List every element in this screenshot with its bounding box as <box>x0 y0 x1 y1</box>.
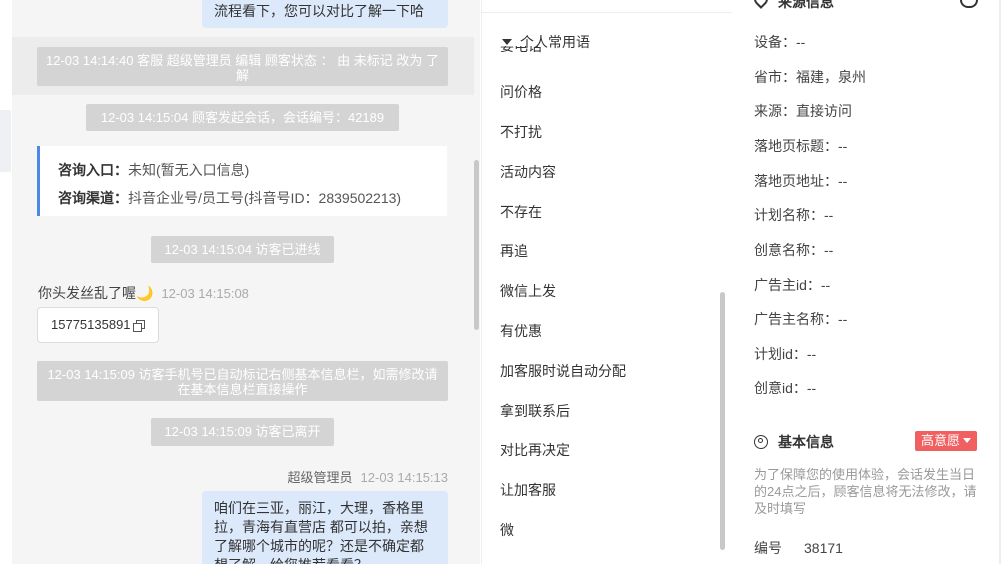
info-row-advertiser-name: 广告主名称：-- <box>754 311 848 327</box>
phrase-item[interactable]: 让加客服 <box>500 480 556 500</box>
copy-icon[interactable] <box>132 320 145 332</box>
visitor-message-time: 12-03 14:15:08 <box>161 286 249 301</box>
info-row-region: 省市：福建，泉州 <box>754 69 866 85</box>
agent-name: 超级管理员 <box>287 470 353 485</box>
phrase-group-header[interactable]: 个人常用语 <box>502 32 590 52</box>
info-row-plan-id: 计划id：-- <box>754 346 817 362</box>
system-message-text: 12-03 14:15:04 顾客发起会话，会话编号：42189 <box>100 110 385 125</box>
visitor-message-header: 你头发丝乱了喔🌙 12-03 14:15:08 <box>38 283 249 303</box>
consult-info-card: 咨询入口：未知(暂无入口信息) 咨询渠道：抖音企业号/员工号(抖音号ID：283… <box>37 146 447 216</box>
phrase-item[interactable]: 有优惠 <box>500 321 542 341</box>
phrase-item[interactable]: 微信上发 <box>500 281 556 301</box>
entry-label: 咨询入口： <box>58 162 128 178</box>
phrase-item[interactable]: 微 <box>500 520 514 540</box>
message-text: 流程看下，您可以对比了解一下哈 <box>214 3 424 19</box>
intent-badge-dropdown[interactable]: 高意愿 <box>915 431 978 451</box>
user-icon <box>754 435 768 449</box>
divider <box>482 12 732 13</box>
sidebar-tab[interactable] <box>0 110 11 172</box>
intent-badge-label: 高意愿 <box>921 433 961 448</box>
info-row-plan-name: 计划名称：-- <box>754 207 834 223</box>
info-row-landing-url: 落地页地址：-- <box>754 173 848 189</box>
id-label: 编号 <box>754 540 782 556</box>
edit-notice: 为了保障您的使用体验，会话发生当日的24点之后，顾客信息将无法修改，请及时填写 <box>754 467 977 516</box>
channel-value: 抖音企业号/员工号(抖音号ID：2839502213) <box>128 190 402 206</box>
source-info-header: 来源信息 <box>751 0 834 12</box>
phrase-item[interactable]: 不存在 <box>500 202 542 222</box>
phrase-group-label: 个人常用语 <box>520 34 590 50</box>
channel-label: 咨询渠道： <box>58 190 128 206</box>
message-text: 咱们在三亚，丽江，大理，香格里拉，青海有直营店 都可以拍，亲想了解哪个城市的呢？… <box>214 500 428 564</box>
system-message: 12-03 14:15:04 顾客发起会话，会话编号：42189 <box>86 104 399 131</box>
info-row-advertiser-id: 广告主id：-- <box>754 277 831 293</box>
caret-down-icon <box>502 39 512 45</box>
phrase-item[interactable]: 再追 <box>500 241 528 261</box>
info-row-creative-name: 创意名称：-- <box>754 242 834 258</box>
agent-message-header: 超级管理员 12-03 14:15:13 <box>288 467 448 486</box>
system-message: 12-03 14:15:09 访客手机号已自动标记右侧基本信息栏，如需修改请在基… <box>37 361 448 401</box>
agent-message-time: 12-03 14:15:13 <box>360 470 448 485</box>
info-row-landing-title: 落地页标题：-- <box>754 138 848 154</box>
info-row-source: 来源：直接访问 <box>754 103 852 119</box>
basic-info-header: 基本信息 <box>754 432 834 452</box>
system-message-text: 12-03 14:15:09 访客已离开 <box>164 424 321 439</box>
visitor-message-text: 你头发丝乱了喔🌙 <box>38 285 154 301</box>
common-phrases-pane: 要电话 个人常用语 问价格 不打扰 活动内容 不存在 再追 微信上发 有优惠 加… <box>481 0 733 564</box>
agent-message-bubble: 流程看下，您可以对比了解一下哈 <box>202 0 448 28</box>
phrase-item[interactable]: 活动内容 <box>500 162 556 182</box>
system-message: 12-03 14:15:09 访客已离开 <box>151 418 334 446</box>
chat-pane: 流程看下，您可以对比了解一下哈 12-03 14:14:40 客服 超级管理员 … <box>12 0 480 564</box>
phrase-item[interactable]: 问价格 <box>500 82 542 102</box>
phone-message: 15775135891 <box>37 307 159 343</box>
system-message-text: 12-03 14:15:09 访客手机号已自动标记右侧基本信息栏，如需修改请在基… <box>47 367 438 397</box>
info-row-creative-id: 创意id：-- <box>754 380 817 396</box>
phrase-item[interactable]: 对比再决定 <box>500 440 570 460</box>
system-message: 12-03 14:15:04 访客已进线 <box>151 236 334 263</box>
entry-value: 未知(暂无入口信息) <box>128 162 250 178</box>
system-message-text: 12-03 14:14:40 客服 超级管理员 编辑 顾客状态 ： 由 未标记 … <box>46 53 439 83</box>
customer-id-row: 编号 38171 <box>754 538 843 558</box>
customer-info-pane: 来源信息 设备：-- 省市：福建，泉州 来源：直接访问 落地页标题：-- 落地页… <box>732 0 1001 564</box>
chat-scrollbar[interactable] <box>474 160 479 330</box>
phrase-item[interactable]: 不打扰 <box>500 122 542 142</box>
basic-info-title: 基本信息 <box>778 434 834 450</box>
shield-icon[interactable] <box>960 0 978 8</box>
phrase-item[interactable]: 加客服时说自动分配 <box>500 361 626 381</box>
phrases-scrollbar[interactable] <box>720 292 725 550</box>
info-row-device: 设备：-- <box>754 34 806 50</box>
agent-message-bubble: 咱们在三亚，丽江，大理，香格里拉，青海有直营店 都可以拍，亲想了解哪个城市的呢？… <box>202 491 448 564</box>
id-value: 38171 <box>804 540 843 556</box>
phone-number: 15775135891 <box>51 317 131 332</box>
system-message: 12-03 14:14:40 客服 超级管理员 编辑 顾客状态 ： 由 未标记 … <box>37 47 448 86</box>
location-pin-icon <box>751 0 771 9</box>
chevron-down-icon <box>963 438 972 443</box>
phrase-item[interactable]: 拿到联系后 <box>500 401 570 421</box>
system-message-text: 12-03 14:15:04 访客已进线 <box>164 242 321 257</box>
source-info-title: 来源信息 <box>778 0 834 10</box>
